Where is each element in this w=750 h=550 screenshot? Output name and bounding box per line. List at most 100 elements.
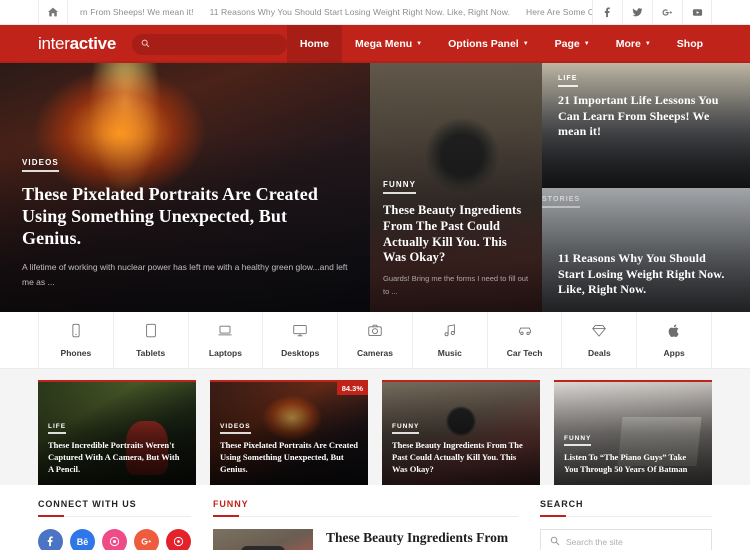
- behance-glyph: Bē: [76, 536, 89, 547]
- hero-feature-mid[interactable]: FUNNY These Beauty Ingredients From The …: [370, 63, 542, 312]
- nav-end-spacer: [716, 25, 750, 63]
- chevron-down-icon: ▼: [522, 41, 529, 47]
- category-label: Music: [437, 347, 462, 358]
- card-category-badge[interactable]: FUNNY: [392, 423, 420, 435]
- laptop-icon: [217, 323, 233, 343]
- widget-heading: FUNNY: [213, 499, 518, 517]
- news-ticker: rn From Sheeps! We mean it! 11 Reasons W…: [68, 0, 592, 24]
- logo-text-bold: active: [69, 34, 117, 53]
- category-item-music[interactable]: Music: [413, 312, 488, 368]
- hero-feature-main[interactable]: VIDEOS These Pixelated Portraits Are Cre…: [0, 63, 370, 312]
- widget-post-row[interactable]: These Beauty Ingredients From The Past C…: [213, 529, 518, 550]
- hero-title[interactable]: 11 Reasons Why You Should Start Losing W…: [558, 251, 734, 298]
- top-bar: rn From Sheeps! We mean it! 11 Reasons W…: [0, 0, 750, 25]
- youtube-icon[interactable]: [682, 0, 712, 24]
- behance-icon[interactable]: Bē: [70, 529, 95, 550]
- header-search-input[interactable]: [131, 33, 287, 55]
- hero-mid-body: FUNNY These Beauty Ingredients From The …: [370, 174, 542, 312]
- article-card[interactable]: 84.3% VIDEOS These Pixelated Portraits A…: [210, 380, 368, 485]
- home-icon[interactable]: [38, 0, 68, 24]
- category-label: Phones: [60, 347, 92, 358]
- hero-feature-top-right[interactable]: LIFE 21 Important Life Lessons You Can L…: [542, 63, 750, 188]
- card-body: FUNNY These Beauty Ingredients From The …: [382, 415, 540, 485]
- category-item-tablets[interactable]: Tablets: [114, 312, 189, 368]
- card-body: FUNNY Listen To “The Piano Guys” Take Yo…: [554, 427, 712, 485]
- card-body: VIDEOS These Pixelated Portraits Are Cre…: [210, 415, 368, 485]
- facebook-icon[interactable]: [38, 529, 63, 550]
- hero-category-badge[interactable]: FUNNY: [383, 180, 417, 194]
- card-category-badge[interactable]: FUNNY: [564, 435, 592, 447]
- nav-item-shop[interactable]: Shop: [664, 25, 716, 63]
- search-icon: [141, 39, 150, 50]
- category-item-desktops[interactable]: Desktops: [263, 312, 339, 368]
- widget-heading: SEARCH: [540, 499, 712, 517]
- facebook-icon[interactable]: [592, 0, 622, 24]
- twitter-icon[interactable]: [622, 0, 652, 24]
- score-badge: 84.3%: [336, 382, 368, 395]
- site-search-placeholder: Search the site: [566, 537, 623, 547]
- category-label: Apps: [663, 347, 685, 358]
- nav-item-label: More: [615, 38, 641, 50]
- hero-right-column: LIFE 21 Important Life Lessons You Can L…: [542, 63, 750, 312]
- category-item-car-tech[interactable]: Car Tech: [488, 312, 563, 368]
- widget-connect-with-us: CONNECT WITH US Bē: [38, 499, 191, 550]
- tablet-icon: [143, 323, 159, 343]
- hero-title[interactable]: 21 Important Life Lessons You Can Learn …: [558, 93, 734, 140]
- site-logo[interactable]: inter active: [38, 25, 116, 63]
- hero-category-badge[interactable]: LIFE: [558, 75, 578, 87]
- hero-bottom-right-body: 11 Reasons Why You Should Start Losing W…: [542, 251, 750, 312]
- card-category-badge[interactable]: VIDEOS: [220, 423, 251, 435]
- dribbble-icon[interactable]: [102, 529, 127, 550]
- music-note-icon: [442, 323, 458, 343]
- post-thumbnail: [213, 529, 313, 550]
- article-card[interactable]: FUNNY These Beauty Ingredients From The …: [382, 380, 540, 485]
- hero-excerpt: Guards! Bring me the forms I need to fil…: [383, 274, 529, 296]
- nav-item-label: Page: [554, 38, 580, 50]
- card-title[interactable]: These Incredible Portraits Weren't Captu…: [48, 440, 186, 476]
- nav-item-page[interactable]: Page ▼: [542, 25, 603, 63]
- article-card[interactable]: FUNNY Listen To “The Piano Guys” Take Yo…: [554, 380, 712, 485]
- category-item-cameras[interactable]: Cameras: [338, 312, 413, 368]
- nav-item-mega-menu[interactable]: Mega Menu ▼: [342, 25, 435, 63]
- post-title[interactable]: These Beauty Ingredients From The Past C…: [326, 529, 518, 550]
- card-title[interactable]: These Beauty Ingredients From The Past C…: [392, 440, 530, 476]
- logo-text-light: inter: [38, 34, 70, 53]
- card-title[interactable]: These Pixelated Portraits Are Created Us…: [220, 440, 358, 476]
- ticker-item[interactable]: 11 Reasons Why You Should Start Losing W…: [210, 7, 510, 17]
- google-plus-icon[interactable]: [652, 0, 682, 24]
- nav-item-options-panel[interactable]: Options Panel ▼: [435, 25, 542, 63]
- nav-item-label: Mega Menu: [355, 38, 413, 50]
- nav-item-more[interactable]: More ▼: [603, 25, 664, 63]
- category-item-phones[interactable]: Phones: [38, 312, 114, 368]
- category-label: Deals: [588, 347, 611, 358]
- category-label: Tablets: [136, 347, 166, 358]
- google-plus-icon[interactable]: [134, 529, 159, 550]
- camera-icon: [367, 323, 383, 343]
- widget-search: SEARCH Search the site: [540, 499, 712, 550]
- category-item-laptops[interactable]: Laptops: [189, 312, 264, 368]
- apple-icon: [666, 323, 682, 343]
- featured-card-row: LIFE These Incredible Portraits Weren't …: [0, 369, 750, 485]
- ticker-item[interactable]: rn From Sheeps! We mean it!: [80, 7, 194, 17]
- hero-title[interactable]: These Beauty Ingredients From The Past C…: [383, 203, 529, 267]
- pinterest-icon[interactable]: [166, 529, 191, 550]
- main-navigation: inter active Home Mega Menu ▼ Options Pan…: [0, 25, 750, 63]
- nav-items: Home Mega Menu ▼ Options Panel ▼ Page ▼ …: [286, 25, 716, 63]
- article-card[interactable]: LIFE These Incredible Portraits Weren't …: [38, 380, 196, 485]
- site-search-box[interactable]: Search the site: [540, 529, 712, 550]
- category-item-apps[interactable]: Apps: [637, 312, 713, 368]
- card-title[interactable]: Listen To “The Piano Guys” Take You Thro…: [564, 452, 702, 476]
- hero-title[interactable]: These Pixelated Portraits Are Created Us…: [22, 184, 348, 250]
- nav-item-home[interactable]: Home: [286, 25, 342, 63]
- social-links-row: Bē: [38, 529, 191, 550]
- card-category-badge[interactable]: LIFE: [48, 423, 67, 435]
- hero-feature-bottom-right[interactable]: STORIES 11 Reasons Why You Should Start …: [542, 188, 750, 312]
- nav-item-label: Home: [299, 38, 329, 50]
- category-item-deals[interactable]: Deals: [562, 312, 638, 368]
- category-label: Cameras: [357, 347, 393, 358]
- car-icon: [517, 323, 533, 343]
- top-social-links: [592, 0, 712, 24]
- nav-item-label: Options Panel: [448, 38, 519, 50]
- ticker-item[interactable]: Here Are Some Cats Who Prove Why They A: [526, 7, 592, 17]
- hero-category-badge[interactable]: VIDEOS: [22, 158, 59, 173]
